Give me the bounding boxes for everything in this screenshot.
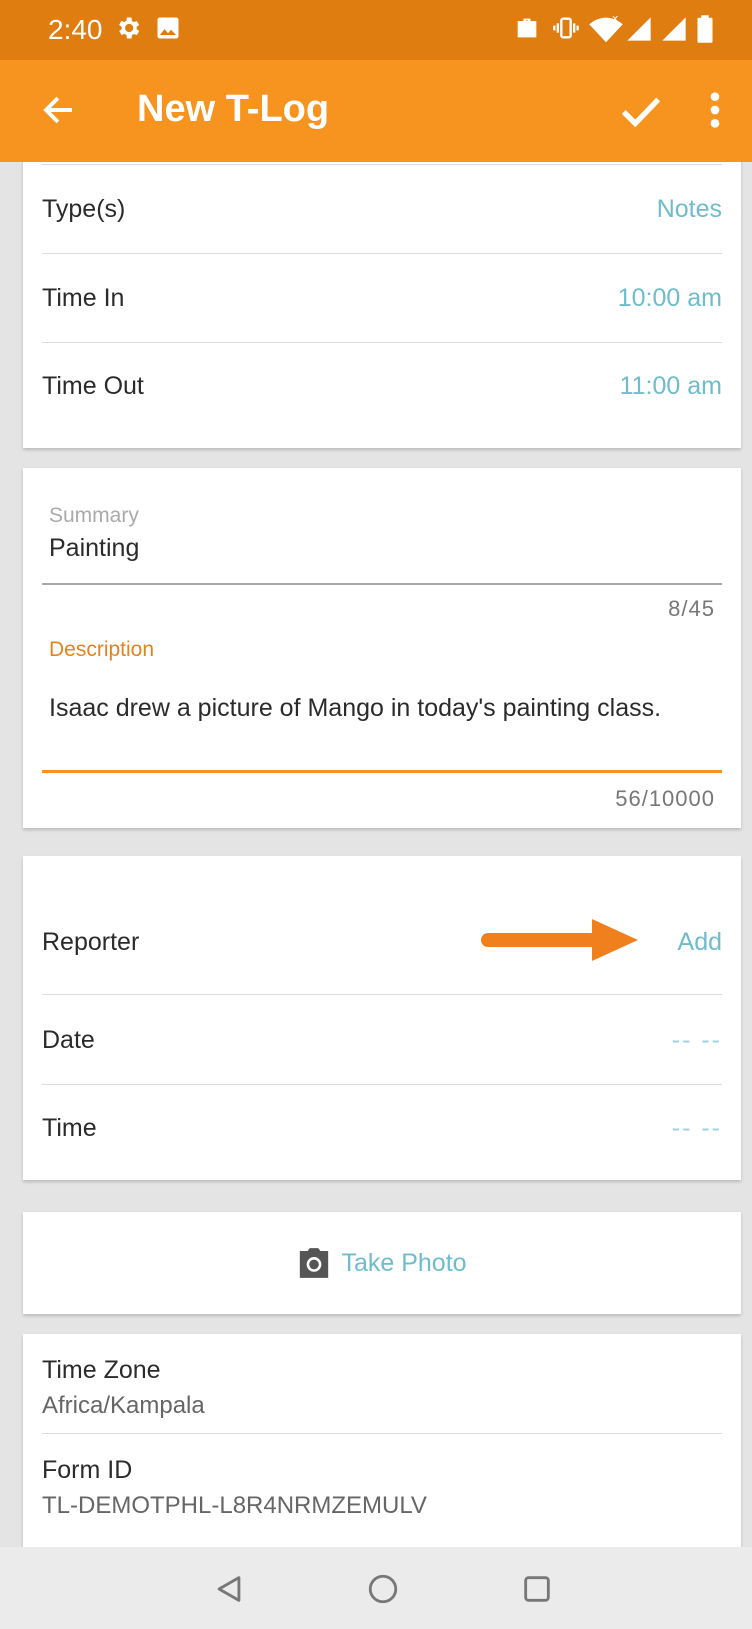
time-value[interactable]: -- --	[672, 1114, 722, 1143]
time-label: Time	[42, 1113, 97, 1142]
reporter-label: Reporter	[42, 927, 140, 956]
description-input[interactable]: Isaac drew a picture of Mango in today's…	[42, 664, 722, 773]
time-out-label: Time Out	[42, 371, 144, 400]
vibrate-icon	[553, 17, 579, 39]
reporter-card: Reporter Add Date -- -- Time -- --	[23, 856, 741, 1180]
page-title: New T-Log	[137, 88, 330, 130]
date-value[interactable]: -- --	[672, 1026, 722, 1055]
back-arrow-icon[interactable]	[40, 92, 76, 128]
info-card: Time Zone Africa/Kampala Form ID TL-DEMO…	[23, 1334, 741, 1547]
summary-label: Summary	[49, 504, 139, 527]
reporter-add-link[interactable]: Add	[678, 928, 722, 957]
arrow-annotation-icon	[481, 919, 638, 961]
time-in-row[interactable]: Time In 10:00 am	[42, 254, 722, 343]
description-counter: 56/10000	[615, 786, 715, 811]
svg-text:x: x	[612, 14, 619, 25]
time-in-value[interactable]: 10:00 am	[618, 284, 722, 313]
camera-icon	[300, 1248, 329, 1278]
types-label: Type(s)	[42, 194, 126, 223]
check-icon[interactable]	[618, 88, 664, 134]
date-row[interactable]: Date -- --	[42, 996, 722, 1085]
details-card: Type(s) Notes Time In 10:00 am Time Out …	[23, 162, 741, 448]
scroll-content[interactable]: Type(s) Notes Time In 10:00 am Time Out …	[0, 162, 752, 1547]
timezone-value: Africa/Kampala	[42, 1392, 205, 1419]
nav-home-icon[interactable]	[366, 1572, 400, 1606]
wifi-icon: x	[589, 14, 623, 43]
date-label: Date	[42, 1025, 95, 1054]
time-in-label: Time In	[42, 283, 125, 312]
time-out-row[interactable]: Time Out 11:00 am	[42, 342, 722, 430]
time-row[interactable]: Time -- --	[42, 1084, 722, 1172]
settings-icon	[119, 17, 140, 39]
summary-input[interactable]: Painting	[42, 528, 722, 585]
nav-back-icon[interactable]	[212, 1572, 246, 1606]
types-value[interactable]: Notes	[657, 195, 722, 224]
status-time: 2:40	[48, 14, 103, 45]
timezone-label: Time Zone	[42, 1356, 161, 1384]
summary-value: Painting	[49, 534, 140, 562]
description-label: Description	[49, 638, 155, 661]
take-photo-label: Take Photo	[341, 1248, 467, 1277]
more-vert-icon[interactable]	[705, 90, 725, 130]
form-id-label: Form ID	[42, 1456, 133, 1484]
briefcase-icon	[517, 18, 537, 38]
description-value: Isaac drew a picture of Mango in today's…	[49, 694, 662, 722]
battery-icon	[697, 15, 713, 43]
navigation-bar	[0, 1547, 752, 1629]
nav-recents-icon[interactable]	[520, 1572, 554, 1606]
summary-card: Summary Painting 8/45 Description Isaac …	[23, 468, 741, 828]
time-out-value[interactable]: 11:00 am	[620, 372, 722, 401]
take-photo-button[interactable]: Take Photo	[23, 1212, 741, 1314]
types-row[interactable]: Type(s) Notes	[42, 165, 722, 254]
signal-icon	[627, 17, 651, 41]
image-icon	[157, 17, 179, 39]
summary-counter: 8/45	[668, 596, 715, 621]
signal-icon-2	[662, 17, 686, 41]
app-bar: New T-Log	[0, 60, 752, 162]
status-bar: 2:40 x	[0, 0, 752, 60]
form-id-value: TL-DEMOTPHL-L8R4NRMZEMULV	[42, 1492, 427, 1519]
